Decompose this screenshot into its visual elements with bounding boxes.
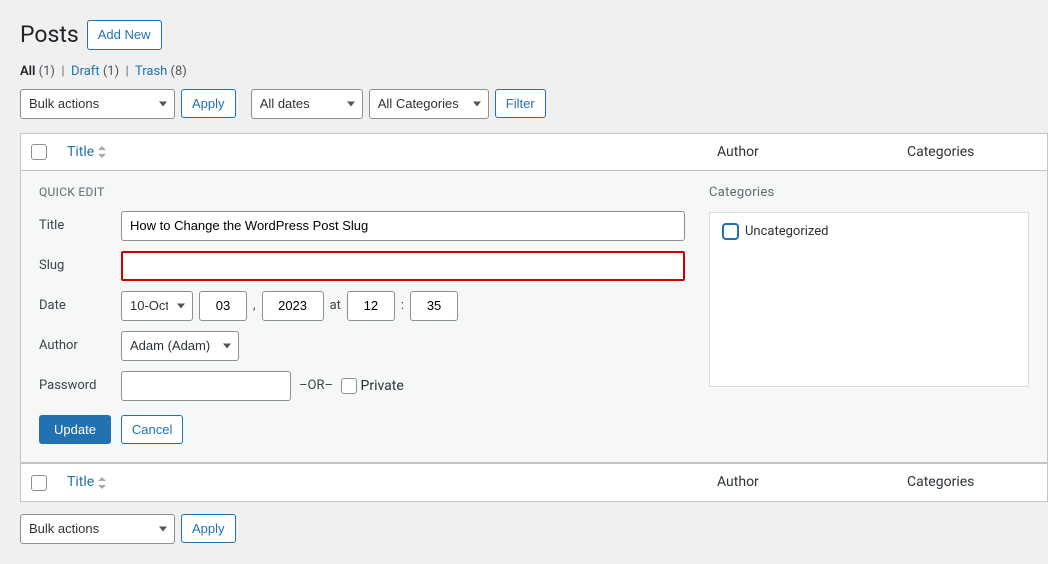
filter-all[interactable]: All <box>20 64 35 79</box>
filter-trash[interactable]: Trash <box>135 64 167 79</box>
author-select[interactable]: Adam (Adam) <box>121 331 239 361</box>
column-categories-bottom: Categories <box>897 463 1047 500</box>
column-title-bottom[interactable]: Title <box>67 474 94 490</box>
sort-icon <box>98 145 108 159</box>
title-input[interactable] <box>121 211 685 241</box>
uncategorized-checkbox[interactable] <box>722 223 739 240</box>
status-filters: All (1) | Draft (1) | Trash (8) <box>20 64 1048 79</box>
colon: : <box>401 298 404 313</box>
day-input[interactable] <box>199 291 247 321</box>
categories-heading: Categories <box>709 185 1029 200</box>
filter-draft-count: (1) <box>103 64 119 79</box>
categories-box[interactable]: Uncategorized <box>709 212 1029 387</box>
author-label: Author <box>39 338 121 353</box>
column-author-bottom: Author <box>707 463 897 500</box>
slug-input[interactable] <box>121 251 685 281</box>
column-author: Author <box>707 134 897 171</box>
year-input[interactable] <box>262 291 324 321</box>
private-label: Private <box>361 378 404 394</box>
page-title: Posts <box>20 21 79 48</box>
password-input[interactable] <box>121 371 291 401</box>
add-new-button[interactable]: Add New <box>87 20 162 50</box>
filter-trash-count: (8) <box>171 64 187 79</box>
quick-edit-heading: QUICK EDIT <box>39 185 685 199</box>
uncategorized-label: Uncategorized <box>745 224 828 239</box>
category-filter-select[interactable]: All Categories <box>369 89 489 119</box>
title-label: Title <box>39 218 121 233</box>
slug-label: Slug <box>39 258 121 273</box>
filter-button[interactable]: Filter <box>495 89 546 119</box>
sort-icon <box>98 476 108 490</box>
bulk-actions-select-bottom[interactable]: Bulk actions <box>20 514 175 544</box>
at-label: at <box>330 298 341 313</box>
select-all-checkbox-bottom[interactable] <box>31 475 47 491</box>
filter-all-count: (1) <box>39 64 55 79</box>
select-all-checkbox-top[interactable] <box>31 144 47 160</box>
hour-input[interactable] <box>347 291 395 321</box>
filter-draft[interactable]: Draft <box>71 64 100 79</box>
month-select[interactable]: 10-Oct <box>121 291 193 321</box>
column-title[interactable]: Title <box>67 144 94 160</box>
comma: , <box>253 298 256 313</box>
date-filter-select[interactable]: All dates <box>251 89 363 119</box>
column-categories: Categories <box>897 134 1047 171</box>
or-separator: –OR– <box>299 378 333 393</box>
cancel-button[interactable]: Cancel <box>121 415 183 445</box>
apply-bulk-button-bottom[interactable]: Apply <box>181 514 236 544</box>
apply-bulk-button[interactable]: Apply <box>181 89 236 119</box>
bulk-actions-select[interactable]: Bulk actions <box>20 89 175 119</box>
posts-table: Title Author Categories QUICK EDIT Title… <box>20 133 1048 502</box>
date-label: Date <box>39 298 121 313</box>
password-label: Password <box>39 378 121 393</box>
update-button[interactable]: Update <box>39 415 111 445</box>
minute-input[interactable] <box>410 291 458 321</box>
private-checkbox[interactable] <box>341 378 357 394</box>
